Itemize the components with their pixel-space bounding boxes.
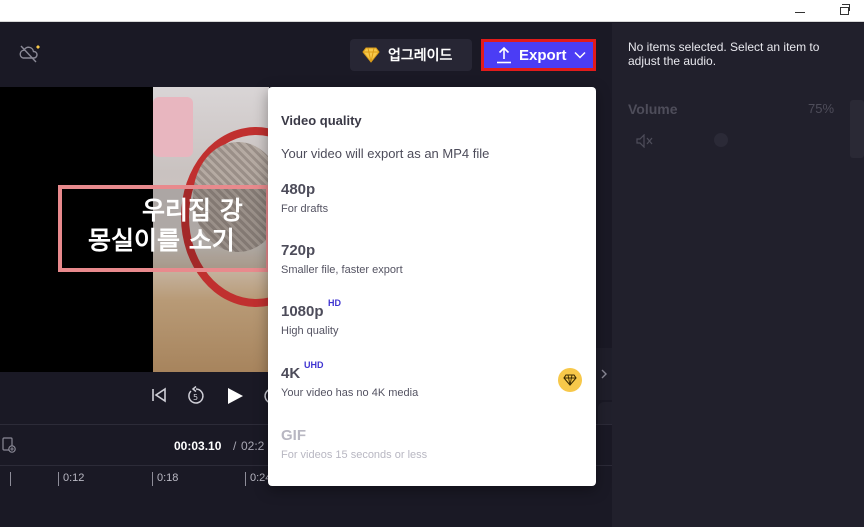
- editor-top-bar: 업그레이드 Export: [0, 23, 612, 87]
- rewind-5-icon[interactable]: 5: [186, 385, 206, 410]
- caption-text-box[interactable]: 우리집 강 몽실이를 소기: [58, 185, 270, 272]
- quality-option-4k[interactable]: 4K UHD Your video has no 4K media: [268, 360, 596, 421]
- play-icon[interactable]: [225, 386, 245, 410]
- time-separator: /: [233, 439, 237, 453]
- option-description: High quality: [281, 325, 339, 337]
- menu-title: Video quality: [281, 113, 362, 128]
- option-name: GIF: [281, 427, 306, 444]
- quality-option-gif[interactable]: GIF For videos 15 seconds or less: [268, 427, 596, 483]
- option-description: For drafts: [281, 203, 329, 215]
- upgrade-button[interactable]: 업그레이드: [350, 39, 472, 71]
- collapse-panel-button[interactable]: [596, 348, 612, 400]
- window-title-bar: [0, 0, 864, 22]
- upgrade-label: 업그레이드: [388, 48, 453, 64]
- sidebar-scrollbar[interactable]: [850, 100, 864, 158]
- export-label: Export: [519, 46, 567, 64]
- quality-option-720p[interactable]: 720p Smaller file, faster export: [268, 242, 596, 298]
- option-name: 720p: [281, 242, 316, 259]
- add-media-icon[interactable]: [2, 437, 16, 453]
- export-quality-menu: Video quality Your video will export as …: [268, 87, 596, 486]
- svg-text:5: 5: [193, 393, 198, 402]
- diamond-icon: [362, 47, 380, 63]
- volume-value: 75%: [808, 101, 835, 116]
- cloud-offline-icon[interactable]: [18, 43, 40, 65]
- ruler-tick: [152, 472, 153, 486]
- uhd-badge: UHD: [304, 360, 324, 370]
- ruler-tick-label: 0:18: [157, 472, 179, 484]
- total-time: 02:2: [241, 439, 265, 453]
- ruler-tick: [245, 472, 246, 486]
- minimize-icon: [795, 11, 805, 13]
- chevron-down-icon: [573, 51, 586, 59]
- ruler-tick: [58, 472, 59, 486]
- volume-label: Volume: [628, 101, 678, 117]
- ruler-tick-label: 0:12: [63, 472, 85, 484]
- minimize-button[interactable]: [780, 0, 820, 22]
- premium-diamond-icon: [558, 368, 582, 392]
- export-button[interactable]: Export: [481, 39, 596, 71]
- chevron-right-icon: [601, 369, 607, 379]
- audio-properties-panel: No items selected. Select an item to adj…: [612, 23, 864, 527]
- option-description: For videos 15 seconds or less: [281, 449, 428, 461]
- current-time: 00:03.10: [174, 439, 222, 453]
- ruler-tick: [10, 472, 11, 486]
- volume-slider-knob[interactable]: [714, 133, 728, 147]
- option-name: 4K: [281, 365, 301, 382]
- no-selection-message: No items selected. Select an item to adj…: [628, 40, 820, 68]
- option-description: Smaller file, faster export: [281, 264, 403, 276]
- hd-badge: HD: [328, 298, 341, 308]
- quality-option-1080p[interactable]: 1080p HD High quality: [268, 298, 596, 359]
- option-name: 1080p: [281, 303, 324, 320]
- option-description: Your video has no 4K media: [281, 387, 419, 399]
- skip-back-icon[interactable]: [150, 386, 168, 408]
- upload-icon: [497, 46, 511, 64]
- menu-subtitle: Your video will export as an MP4 file: [281, 146, 490, 161]
- quality-option-480p[interactable]: 480p For drafts: [268, 181, 596, 237]
- restore-icon: [839, 4, 850, 15]
- option-name: 480p: [281, 181, 316, 198]
- speaker-mute-icon[interactable]: [636, 133, 654, 149]
- restore-button[interactable]: [824, 0, 864, 22]
- caption-line-2: 몽실이를 소기: [88, 226, 235, 255]
